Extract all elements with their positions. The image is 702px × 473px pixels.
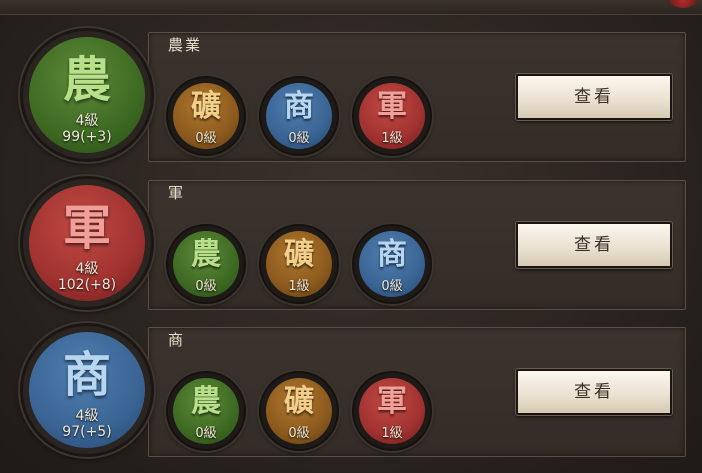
sub-medal-face: 礦 0級 [266, 378, 332, 444]
sub-medal-level: 1級 [381, 426, 403, 441]
sub-medal-level: 0級 [195, 131, 217, 146]
sub-medal-char: 礦 [191, 89, 221, 124]
main-medal-face: 商 4級 97(+5) [29, 332, 145, 448]
view-button[interactable]: 查看 [516, 369, 672, 415]
main-medal[interactable]: 商 4級 97(+5) [20, 323, 154, 457]
main-medal-level: 4級 [75, 408, 99, 424]
main-medal-char: 商 [62, 347, 111, 403]
sub-medal-char: 農 [191, 384, 221, 419]
sub-medal-level: 0級 [288, 131, 310, 146]
sub-medal-char: 礦 [284, 237, 314, 272]
sub-medal-level: 0級 [195, 426, 217, 441]
category-row: 軍 軍 4級 102(+8) 農 0級 礦 1級 商 0級 查看 [0, 176, 702, 318]
category-title: 軍 [168, 184, 186, 202]
sub-medal-face: 軍 1級 [359, 378, 425, 444]
main-medal-face: 軍 4級 102(+8) [29, 185, 145, 301]
main-medal[interactable]: 軍 4級 102(+8) [20, 176, 154, 310]
category-title: 商 [168, 331, 186, 349]
main-medal-char: 農 [62, 52, 111, 108]
sub-medal-face: 農 0級 [173, 231, 239, 297]
sub-medal-face: 商 0級 [359, 231, 425, 297]
main-medal[interactable]: 農 4級 99(+3) [20, 28, 154, 162]
main-medal-level: 4級 [75, 113, 99, 129]
sub-medal[interactable]: 軍 1級 [352, 371, 432, 451]
category-title: 農業 [168, 36, 203, 54]
sub-medal[interactable]: 商 0級 [259, 76, 339, 156]
sub-medal-char: 軍 [377, 89, 407, 124]
sub-medal-level: 0級 [195, 279, 217, 294]
main-medal-level: 4級 [75, 261, 99, 277]
sub-medal-face: 礦 1級 [266, 231, 332, 297]
sub-medal-face: 軍 1級 [359, 83, 425, 149]
main-medal-face: 農 4級 99(+3) [29, 37, 145, 153]
view-button[interactable]: 查看 [516, 222, 672, 268]
sub-medal-char: 農 [191, 237, 221, 272]
sub-medal-level: 1級 [288, 279, 310, 294]
main-medal-char: 軍 [62, 200, 111, 256]
sub-medal-char: 商 [284, 89, 314, 124]
sub-medal-face: 商 0級 [266, 83, 332, 149]
main-medal-points: 99(+3) [62, 129, 112, 145]
sub-medal-face: 礦 0級 [173, 83, 239, 149]
sub-medal[interactable]: 農 0級 [166, 224, 246, 304]
main-medal-points: 102(+8) [57, 277, 117, 293]
sub-medal[interactable]: 軍 1級 [352, 76, 432, 156]
sub-medal[interactable]: 礦 0級 [259, 371, 339, 451]
sub-medal-face: 農 0級 [173, 378, 239, 444]
category-row: 商 商 4級 97(+5) 農 0級 礦 0級 軍 1級 查看 [0, 323, 702, 465]
sub-medal-char: 礦 [284, 384, 314, 419]
main-medal-points: 97(+5) [62, 424, 112, 440]
sub-medal-level: 0級 [288, 426, 310, 441]
sub-medal-level: 1級 [381, 131, 403, 146]
sub-medal[interactable]: 礦 0級 [166, 76, 246, 156]
view-button[interactable]: 查看 [516, 74, 672, 120]
sub-medal[interactable]: 農 0級 [166, 371, 246, 451]
sub-medal[interactable]: 礦 1級 [259, 224, 339, 304]
sub-medal-char: 商 [377, 237, 407, 272]
sub-medal[interactable]: 商 0級 [352, 224, 432, 304]
category-row: 農業 農 4級 99(+3) 礦 0級 商 0級 軍 1級 查看 [0, 28, 702, 170]
sub-medal-char: 軍 [377, 384, 407, 419]
sub-medal-level: 0級 [381, 279, 403, 294]
top-bar [0, 0, 702, 15]
